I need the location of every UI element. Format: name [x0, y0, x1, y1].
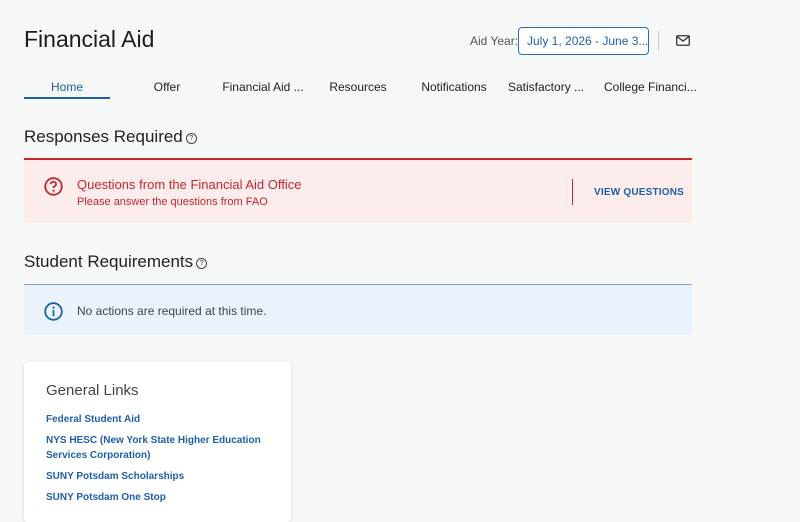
responses-required-title: Responses Required — [24, 127, 183, 146]
aid-year-value: July 1, 2026 - June 3... — [527, 34, 649, 48]
help-icon[interactable]: ? — [196, 258, 208, 269]
header-divider — [658, 31, 659, 51]
alert-divider — [572, 179, 573, 205]
tab-offer[interactable]: Offer — [134, 78, 200, 98]
tab-college-financing[interactable]: College Financi... — [604, 78, 697, 98]
link-federal-student-aid[interactable]: Federal Student Aid — [46, 412, 140, 427]
alert-subtext: Please answer the questions from FAO — [77, 196, 268, 208]
link-nys-hesc[interactable]: NYS HESC (New York State Higher Educatio… — [46, 433, 261, 463]
aid-year-dropdown[interactable]: July 1, 2026 - June 3... — [518, 27, 649, 55]
requirements-info: No actions are required at this time. — [24, 284, 692, 335]
responses-alert: Questions from the Financial Aid Office … — [24, 158, 692, 223]
tab-satisfactory[interactable]: Satisfactory ... — [508, 78, 584, 98]
link-suny-potsdam-one-stop[interactable]: SUNY Potsdam One Stop — [46, 490, 166, 505]
help-icon[interactable]: ? — [185, 133, 197, 144]
tab-home[interactable]: Home — [24, 78, 110, 99]
alert-headline: Questions from the Financial Aid Office — [77, 177, 302, 192]
link-suny-potsdam-scholarships[interactable]: SUNY Potsdam Scholarships — [46, 469, 184, 484]
info-circle-icon — [44, 302, 63, 321]
tab-financial-aid[interactable]: Financial Aid ... — [220, 78, 306, 98]
view-questions-button[interactable]: VIEW QUESTIONS — [594, 187, 684, 198]
general-links-card: General Links Federal Student Aid NYS HE… — [24, 362, 291, 522]
tab-notifications[interactable]: Notifications — [414, 78, 494, 98]
page-title: Financial Aid — [24, 26, 155, 52]
responses-required-heading: Responses Required? — [24, 127, 197, 147]
general-links-title: General Links — [46, 382, 139, 399]
student-requirements-heading: Student Requirements? — [24, 252, 208, 272]
student-requirements-title: Student Requirements — [24, 252, 194, 271]
aid-year-label: Aid Year: — [470, 34, 519, 48]
info-text: No actions are required at this time. — [77, 304, 267, 318]
envelope-icon[interactable] — [676, 35, 690, 46]
question-circle-icon — [44, 177, 63, 196]
tab-resources[interactable]: Resources — [324, 78, 392, 98]
